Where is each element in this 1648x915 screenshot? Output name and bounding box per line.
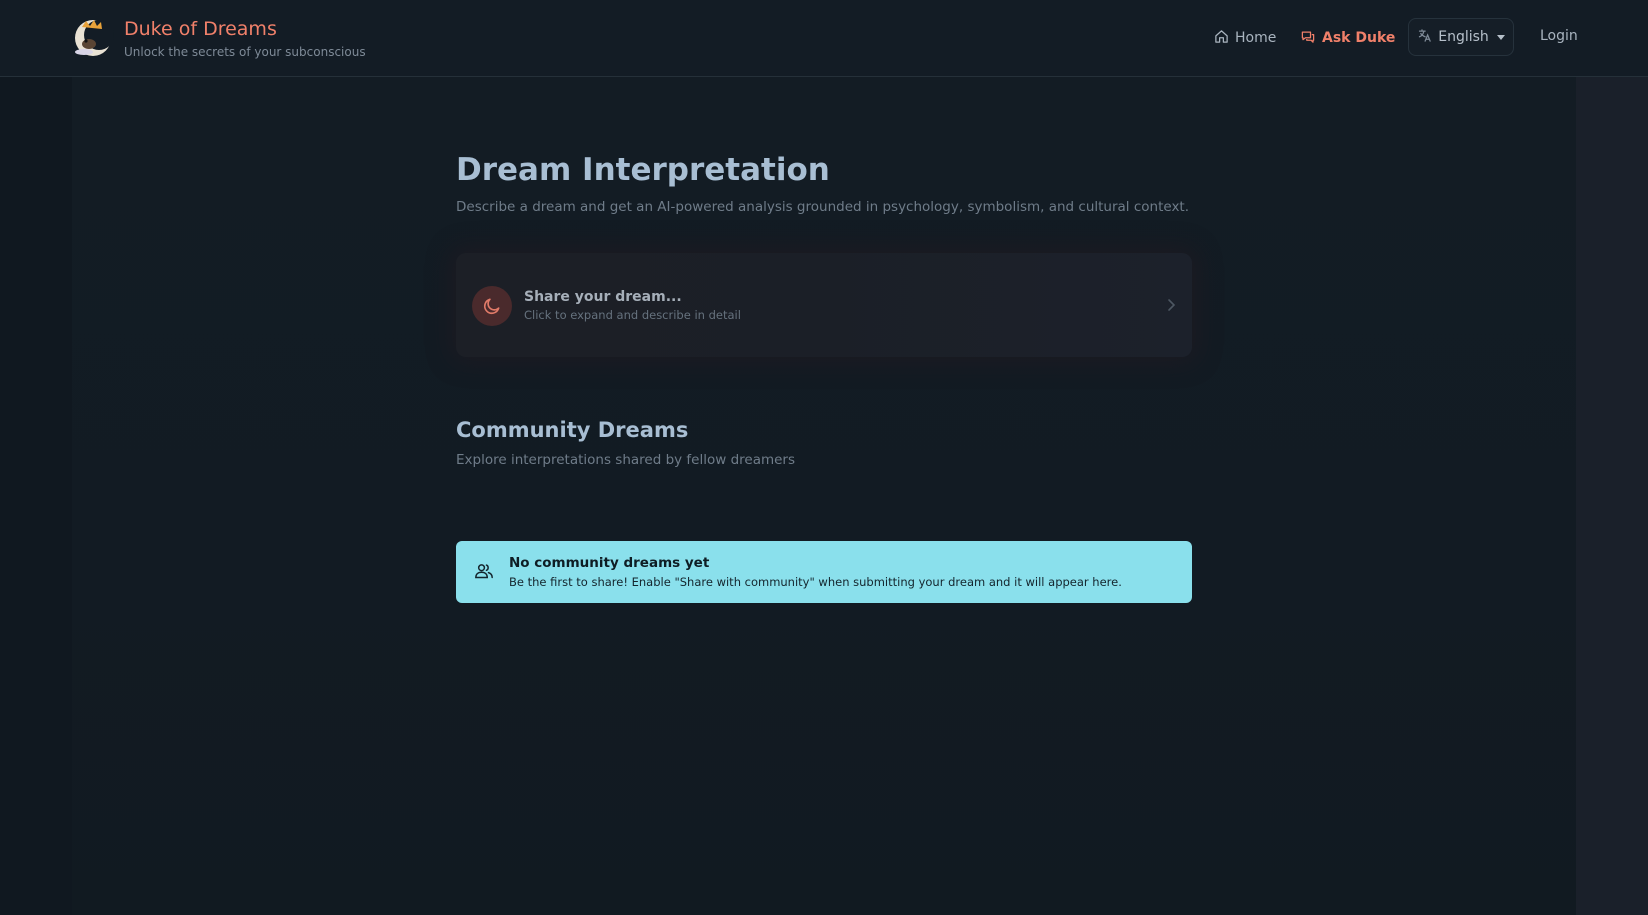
page-title: Dream Interpretation (456, 152, 830, 188)
nav-home-link[interactable]: Home (1214, 28, 1276, 48)
share-dream-subtitle: Click to expand and describe in detail (524, 308, 741, 322)
caret-down-icon (1496, 34, 1505, 40)
page-subtitle: Describe a dream and get an AI-powered a… (456, 199, 1190, 215)
nav-ask-duke-label: Ask Duke (1322, 30, 1396, 46)
home-icon (1214, 29, 1229, 48)
page-margin-left (0, 77, 72, 915)
users-icon (474, 562, 494, 584)
page-margin-right (1576, 77, 1648, 915)
chevron-right-icon (1166, 297, 1176, 316)
site-header: Duke of Dreams Unlock the secrets of you… (0, 0, 1648, 77)
language-label: English (1438, 29, 1489, 45)
login-link[interactable]: Login (1540, 28, 1578, 44)
language-dropdown[interactable]: English (1408, 18, 1514, 56)
crescent-moon-logo-icon[interactable] (72, 17, 114, 59)
nav-home-label: Home (1235, 30, 1277, 46)
community-dreams-subtitle: Explore interpretations shared by fellow… (456, 452, 796, 468)
moon-icon (472, 286, 512, 326)
share-dream-title: Share your dream... (524, 289, 682, 305)
empty-community-alert: No community dreams yet Be the first to … (456, 541, 1192, 603)
brand-title[interactable]: Duke of Dreams (124, 18, 277, 40)
community-dreams-title: Community Dreams (456, 418, 689, 442)
brand-tagline: Unlock the secrets of your subconscious (124, 45, 366, 59)
nav-ask-duke-link[interactable]: Ask Duke (1300, 28, 1395, 48)
share-dream-card[interactable]: Share your dream... Click to expand and … (456, 253, 1192, 357)
empty-alert-text: Be the first to share! Enable "Share wit… (509, 575, 1122, 589)
translate-icon (1417, 28, 1432, 47)
chat-bubbles-icon (1300, 29, 1316, 48)
empty-alert-title: No community dreams yet (509, 555, 710, 571)
